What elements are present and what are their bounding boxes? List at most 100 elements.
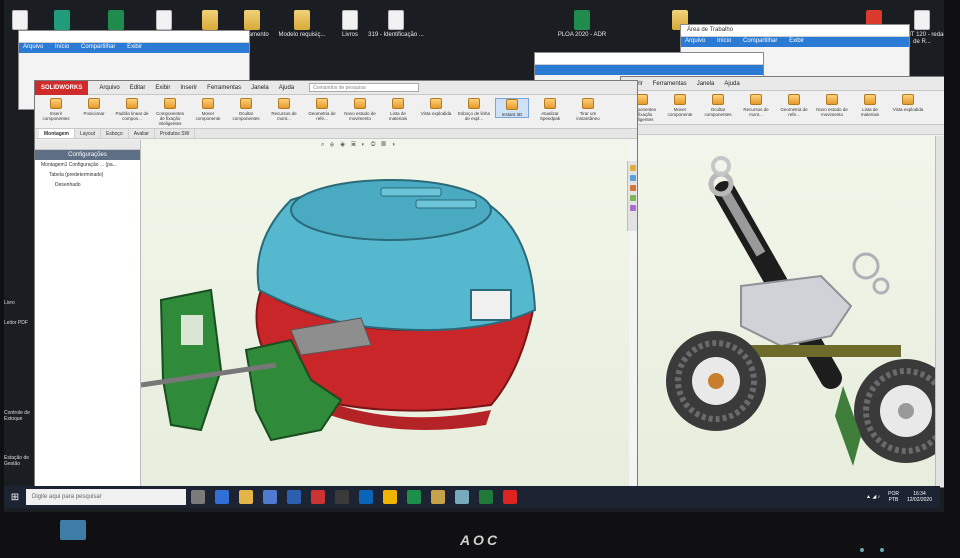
command-button[interactable]: Lista de materiais bbox=[853, 94, 887, 117]
chrome-icon[interactable] bbox=[383, 490, 397, 504]
command-icon bbox=[674, 94, 686, 105]
menu-arquivo[interactable]: Arquivo bbox=[99, 85, 119, 91]
command-button[interactable]: Inserir componentes bbox=[39, 98, 73, 121]
tree-toolbar[interactable] bbox=[35, 140, 140, 150]
menu-item[interactable]: Janela bbox=[697, 81, 715, 87]
windows-start-icon[interactable]: ⊞ bbox=[4, 486, 26, 508]
tab-montagem[interactable]: Montagem bbox=[39, 129, 75, 138]
ribbon-tab[interactable]: Início bbox=[717, 38, 731, 44]
command-button[interactable]: Vista explodida bbox=[891, 94, 925, 112]
graphics-area-mortar[interactable] bbox=[621, 136, 944, 487]
document-icon bbox=[342, 10, 358, 30]
task-view-icon[interactable] bbox=[191, 490, 205, 504]
taskbar-search-input[interactable]: Digite aqui para pesquisar bbox=[26, 489, 186, 505]
command-button[interactable]: Lista de materiais bbox=[381, 98, 415, 121]
tab-layout[interactable]: Layout bbox=[75, 129, 102, 138]
command-icon bbox=[50, 98, 62, 109]
command-button[interactable]: Tirar um instantâneo bbox=[571, 98, 605, 121]
tab-avaliar[interactable]: Avaliar bbox=[129, 129, 155, 138]
menu-ferramentas[interactable]: Ferramentas bbox=[207, 85, 241, 91]
tree-item[interactable]: Desenhado bbox=[35, 180, 140, 190]
command-icon bbox=[392, 98, 404, 109]
command-label: Recursos de mont... bbox=[743, 107, 769, 117]
store-icon[interactable] bbox=[263, 490, 277, 504]
ribbon-tab[interactable]: Exibir bbox=[127, 44, 142, 50]
excel-icon[interactable] bbox=[407, 490, 421, 504]
command-button[interactable]: Esboço de linha de expl... bbox=[457, 98, 491, 121]
app-icon[interactable] bbox=[455, 490, 469, 504]
calendar-icon[interactable] bbox=[335, 490, 349, 504]
tree-item[interactable]: Montagem1 Configuração ... (pa... bbox=[35, 160, 140, 170]
solidworks-window-main[interactable]: SOLIDWORKS Arquivo Editar Exibir Inserir… bbox=[34, 80, 638, 492]
command-button[interactable]: Mover componente bbox=[663, 94, 697, 117]
heads-up-view-toolbar[interactable]: ⌕ ⊕ ◈ ▣ ◐ ◎ ▤ ◑ bbox=[321, 142, 397, 150]
app-icon bbox=[54, 10, 70, 30]
task-pane[interactable] bbox=[935, 136, 944, 487]
command-button[interactable]: Recursos de mont... bbox=[267, 98, 301, 121]
menu-item[interactable]: Ajuda bbox=[724, 81, 739, 87]
task-pane[interactable] bbox=[627, 161, 637, 231]
excel-icon[interactable] bbox=[479, 490, 493, 504]
menu-inserir[interactable]: Inserir bbox=[180, 85, 197, 91]
edge-icon[interactable] bbox=[215, 490, 229, 504]
ribbon-tab[interactable]: Exibir bbox=[789, 38, 804, 44]
folder-icon[interactable] bbox=[431, 490, 445, 504]
language-indicator[interactable]: POR PTB bbox=[888, 491, 899, 503]
tab-produtos-sw[interactable]: Produtos SW bbox=[155, 129, 196, 138]
command-button[interactable]: Ocultar componentes bbox=[701, 94, 735, 117]
window-title bbox=[19, 31, 249, 43]
mail-icon[interactable] bbox=[359, 490, 373, 504]
command-icon bbox=[826, 94, 838, 105]
file-explorer-icon[interactable] bbox=[239, 490, 253, 504]
command-button[interactable]: Atualizar Speedpak bbox=[533, 98, 567, 121]
menu-ajuda[interactable]: Ajuda bbox=[279, 85, 294, 91]
solidworks-window-right[interactable]: InserirFerramentasJanelaAjuda Componente… bbox=[620, 76, 944, 488]
menu-editar[interactable]: Editar bbox=[130, 85, 146, 91]
command-button[interactable]: Posicionar bbox=[77, 98, 111, 116]
command-button[interactable]: Novo estudo de movimento bbox=[815, 94, 849, 117]
command-label: Vista explodida bbox=[892, 107, 924, 112]
word-icon[interactable] bbox=[287, 490, 301, 504]
tab-esboco[interactable]: Esboço bbox=[101, 129, 129, 138]
command-icon bbox=[88, 98, 100, 109]
command-button[interactable]: Recursos de mont... bbox=[739, 94, 773, 117]
command-button[interactable]: Instant 3D bbox=[495, 98, 529, 118]
command-button[interactable]: Mover componente bbox=[191, 98, 225, 121]
command-button[interactable]: Geometria de refe... bbox=[777, 94, 811, 117]
explorer-ribbon: Arquivo Início Compartilhar Exibir bbox=[19, 43, 249, 53]
command-button[interactable]: Vista explodida bbox=[419, 98, 453, 116]
monitor-brand-logo: AOC bbox=[459, 532, 501, 548]
command-icon bbox=[506, 99, 518, 110]
ribbon-tab[interactable]: Compartilhar bbox=[81, 44, 115, 50]
graphics-area-turret[interactable]: ⌕ ⊕ ◈ ▣ ◐ ◎ ▤ ◑ bbox=[140, 140, 629, 491]
command-button[interactable]: Novo estudo de movimento bbox=[343, 98, 377, 121]
command-icon bbox=[712, 94, 724, 105]
command-label: Posicionar bbox=[83, 111, 105, 116]
folder-icon bbox=[294, 10, 310, 30]
ribbon-tab[interactable]: Arquivo bbox=[23, 44, 43, 50]
command-button[interactable]: Ocultar componentes bbox=[229, 98, 263, 121]
ribbon-tab[interactable]: Arquivo bbox=[685, 38, 705, 44]
document-icon bbox=[914, 10, 930, 30]
command-button[interactable]: Geometria de refe... bbox=[305, 98, 339, 121]
clock[interactable]: 16:34 12/02/2020 bbox=[907, 491, 932, 503]
command-button[interactable]: Componentes de fixação inteligentes bbox=[153, 98, 187, 126]
command-button[interactable]: Padrão linear de compon... bbox=[115, 98, 149, 121]
tree-item[interactable]: Tabela (predeterminado) bbox=[35, 170, 140, 180]
powerpoint-icon[interactable] bbox=[311, 490, 325, 504]
command-label: Novo estudo de movimento bbox=[816, 107, 848, 117]
solidworks-icon[interactable] bbox=[503, 490, 517, 504]
menu-item[interactable]: Ferramentas bbox=[653, 81, 687, 87]
command-label: Geometria de refe... bbox=[780, 107, 808, 117]
menu-janela[interactable]: Janela bbox=[251, 85, 269, 91]
ribbon-tab[interactable]: Compartilhar bbox=[743, 38, 777, 44]
command-label: Atualizar Speedpak bbox=[539, 111, 561, 121]
window-title bbox=[535, 53, 763, 65]
desktop-icon-label: 319 - Identificação ... bbox=[368, 32, 424, 38]
menu-exibir[interactable]: Exibir bbox=[155, 85, 170, 91]
command-search-input[interactable]: Comandos de pesquisa bbox=[309, 83, 420, 92]
desktop-icon[interactable]: PLOA 2020 - ADR bbox=[550, 10, 614, 39]
desktop-icon[interactable]: 319 - Identificação ... bbox=[364, 10, 428, 39]
ribbon-tab[interactable]: Início bbox=[55, 44, 69, 50]
network-icon[interactable]: ▲ ◢ ♪ bbox=[866, 494, 880, 500]
